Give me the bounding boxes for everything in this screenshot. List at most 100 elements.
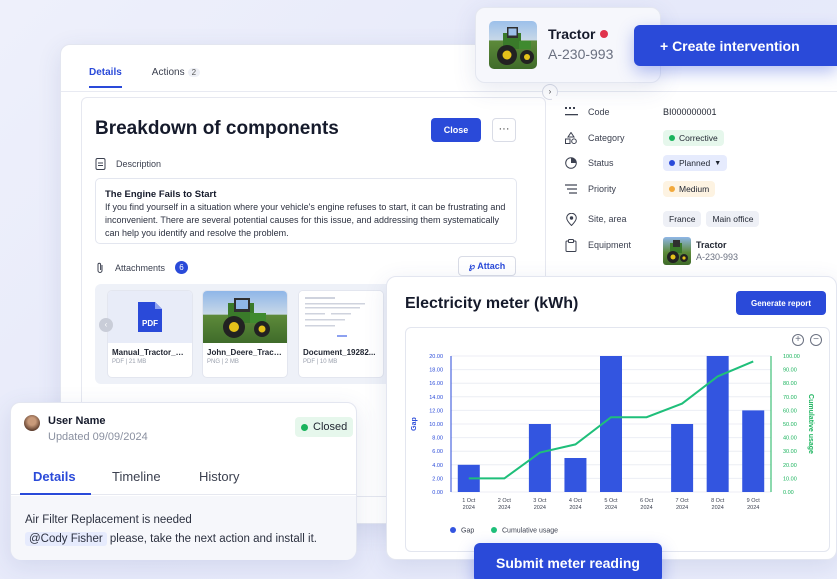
legend-marker-gap	[450, 527, 456, 533]
svg-text:PDF: PDF	[142, 319, 158, 328]
tab-actions[interactable]: Actions 2	[151, 67, 201, 88]
chart-container: + − 0.00 2.00 4.00 6.00 8.00 10.00 12.00 14.00 1…	[405, 327, 830, 552]
close-button[interactable]: Close	[431, 118, 481, 142]
message-line-2: @Cody Fisher please, take the next actio…	[25, 530, 342, 549]
attachments-carousel: PDF Manual_Tractor_C... PDF | 21 MB ‹ Jo…	[95, 284, 395, 384]
legend-label-cumulative: Cumulative usage	[502, 528, 558, 535]
attach-button[interactable]: ℘ Attach	[458, 256, 516, 276]
file-card-tractor-photo[interactable]: John_Deere_Tract... PNG | 2 MB	[202, 290, 288, 378]
file-size: 10 MB	[319, 359, 338, 365]
code-value-text: BI000000001	[663, 107, 717, 117]
location-pin-icon	[564, 212, 578, 226]
x-tick-label: 2024	[640, 505, 652, 511]
tab-activity-details[interactable]: Details	[33, 469, 76, 484]
y-axis-title: Gap	[411, 417, 418, 431]
tab-timeline[interactable]: Timeline	[112, 469, 161, 484]
submit-meter-reading-button[interactable]: Submit meter reading	[474, 543, 662, 579]
detail-row-category: Category	[564, 130, 658, 146]
equipment-thumbnail[interactable]	[663, 237, 691, 265]
x-tick-label: 4 Oct	[569, 498, 583, 504]
paperclip-icon	[97, 262, 103, 273]
category-chip-label: Corrective	[679, 133, 718, 143]
zoom-in-icon[interactable]: +	[792, 334, 804, 346]
user-mention[interactable]: @Cody Fisher	[25, 532, 107, 546]
barcode-icon	[564, 105, 578, 119]
y-tick-label: 0.00	[432, 490, 443, 496]
generate-report-button[interactable]: Generate report	[736, 291, 826, 315]
y-tick-label: 6.00	[432, 449, 443, 455]
y2-tick-label: 90.00	[783, 368, 797, 374]
code-value: BI000000001	[663, 107, 717, 117]
status-select-label: Planned	[679, 158, 711, 168]
priority-lines-icon	[564, 182, 578, 196]
tab-actions-label: Actions	[151, 67, 185, 78]
site-value: France Main office	[663, 211, 760, 227]
tabs-divider	[61, 91, 837, 92]
file-card-manual[interactable]: PDF Manual_Tractor_C... PDF | 21 MB	[107, 290, 193, 378]
detail-row-priority: Priority	[564, 181, 658, 197]
site-country-chip: France	[663, 211, 702, 227]
description-label: Description	[116, 159, 162, 169]
priority-value: Medium	[663, 181, 716, 197]
tractor-name-row: Tractor	[548, 26, 609, 42]
code-label: Code	[588, 107, 610, 117]
y-tick-label: 10.00	[429, 422, 443, 428]
message-line-2-text: please, take the next action and install…	[106, 533, 317, 545]
file-type: PDF	[112, 359, 124, 365]
create-intervention-button[interactable]: + Create intervention	[634, 25, 837, 66]
priority-chip: Medium	[663, 181, 716, 197]
detail-row-status: Status	[564, 155, 658, 171]
x-tick-label: 5 Oct	[604, 498, 618, 504]
tab-history[interactable]: History	[199, 469, 239, 484]
y-tick-label: 18.00	[429, 368, 443, 374]
avatar	[24, 415, 40, 431]
file-card-document[interactable]: Document_19282... PDF | 10 MB	[298, 290, 384, 378]
detail-row-site: Site, area	[564, 211, 658, 227]
more-options-button[interactable]: ···	[492, 118, 516, 142]
zoom-out-icon[interactable]: −	[810, 334, 822, 346]
tab-details[interactable]: Details	[89, 67, 122, 88]
x-tick-label: 2024	[463, 505, 475, 511]
x-tick-label: 8 Oct	[711, 498, 725, 504]
description-label-row: Description	[95, 158, 161, 170]
tractor-name: Tractor	[548, 26, 596, 42]
status-label: Status	[588, 158, 614, 168]
y-tick-label: 16.00	[429, 381, 443, 387]
tractor-image	[667, 240, 688, 263]
active-tab-indicator	[20, 493, 91, 495]
tractor-code: A-230-993	[548, 46, 614, 62]
page-title: Breakdown of components	[95, 118, 339, 139]
file-name: John_Deere_Tract...	[207, 348, 284, 357]
status-select[interactable]: Planned ▼	[663, 155, 728, 171]
x-tick-label: 2024	[605, 505, 617, 511]
category-icon	[564, 131, 578, 145]
y-tick-label: 14.00	[429, 395, 443, 401]
y2-tick-label: 30.00	[783, 449, 797, 455]
detail-tabs: Details Actions 2	[89, 67, 201, 88]
x-tick-label: 2024	[534, 505, 546, 511]
description-box: The Engine Fails to Start If you find yo…	[95, 178, 517, 244]
equipment-label: Equipment	[588, 240, 632, 250]
file-size: 21 MB	[128, 359, 147, 365]
x-tick-label: 2024	[747, 505, 759, 511]
file-type: PNG	[207, 359, 221, 365]
detail-row-equipment: Equipment	[564, 237, 658, 253]
paperclip-icon: ℘	[468, 260, 476, 271]
y-tick-label: 12.00	[429, 408, 443, 414]
attach-label: Attach	[477, 260, 506, 271]
x-tick-label: 2024	[712, 505, 724, 511]
carousel-prev-button[interactable]: ‹	[99, 318, 113, 332]
file-type: PDF	[303, 359, 315, 365]
file-meta: PNG | 2 MB	[207, 359, 239, 365]
y2-tick-label: 20.00	[783, 463, 797, 469]
x-tick-label: 6 Oct	[640, 498, 654, 504]
x-tick-label: 1 Oct	[462, 498, 476, 504]
y2-axis-title: Cumulative usage	[807, 394, 814, 454]
y2-tick-label: 10.00	[783, 476, 797, 482]
site-label: Site, area	[588, 214, 627, 224]
tractor-image	[223, 298, 270, 338]
document-icon	[95, 158, 106, 170]
file-thumbnail: PDF	[108, 291, 192, 343]
detail-row-code: Code	[564, 104, 658, 120]
y2-tick-label: 70.00	[783, 395, 797, 401]
